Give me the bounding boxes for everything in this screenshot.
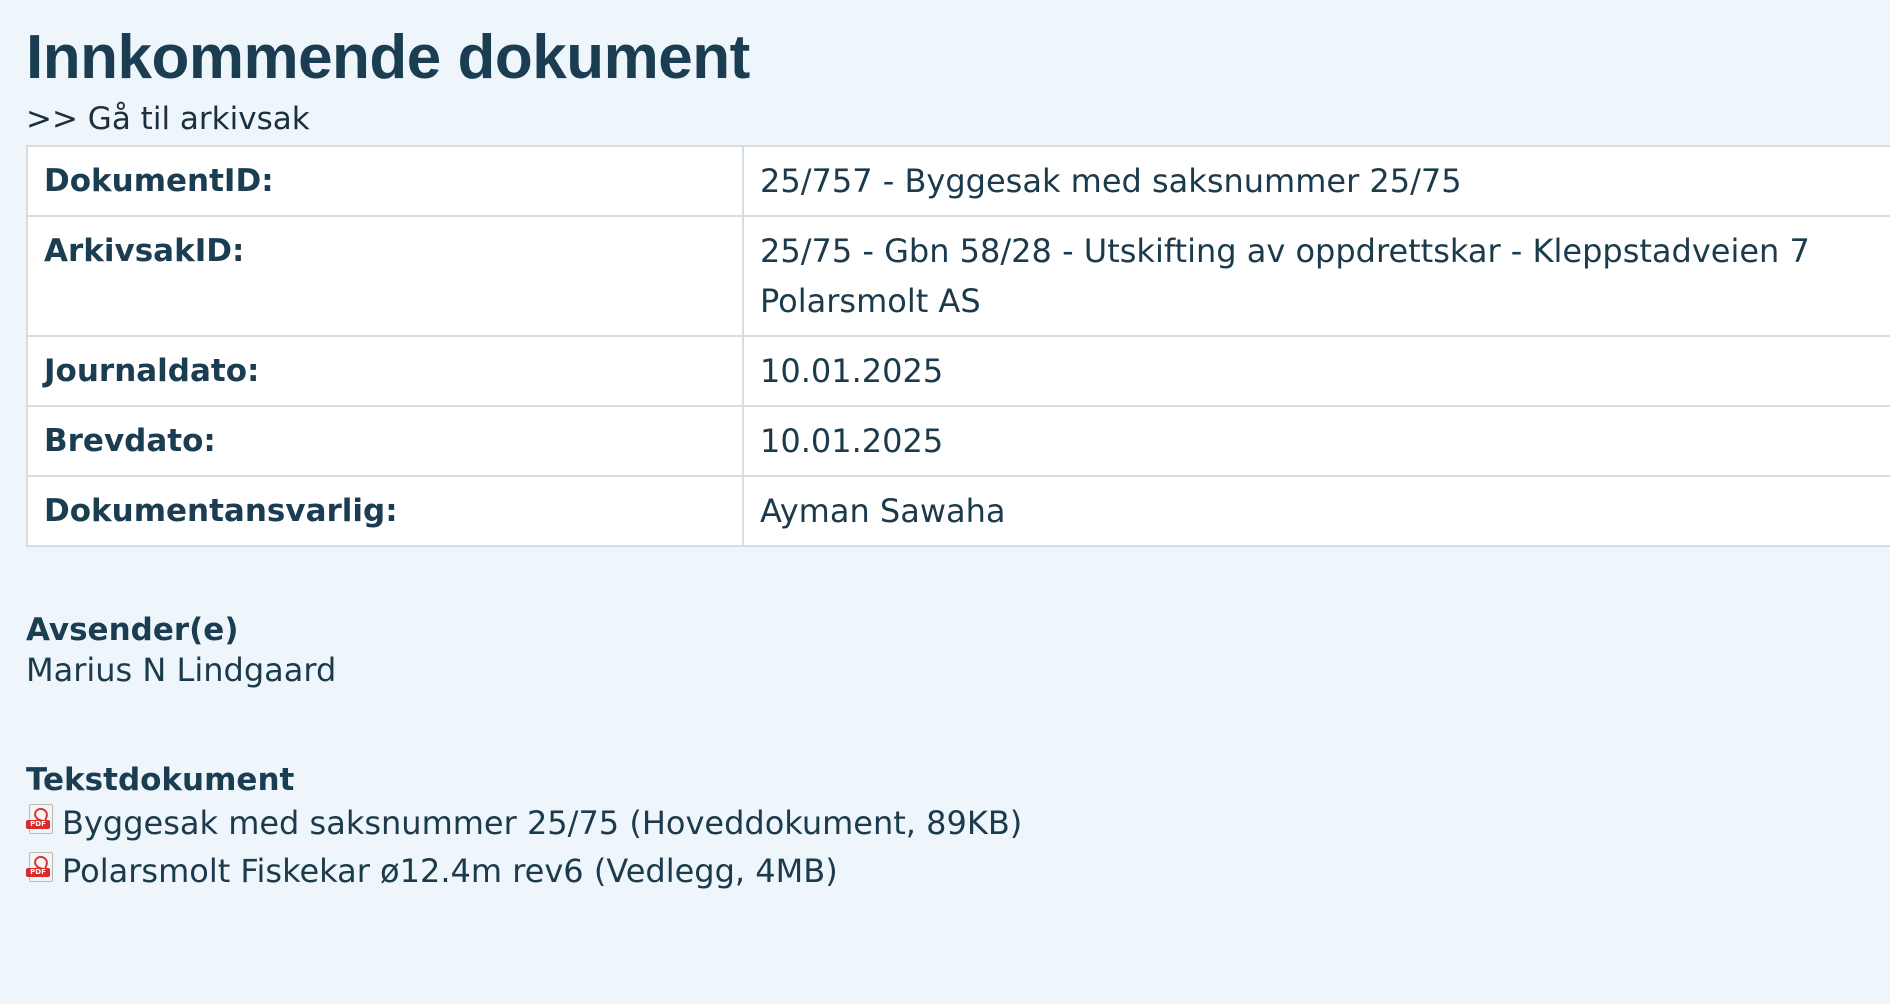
pdf-icon-label: PDF xyxy=(26,820,50,829)
detail-value-document-id: 25/757 - Byggesak med saksnummer 25/75 xyxy=(742,145,1890,217)
detail-value-responsible: Ayman Sawaha xyxy=(742,475,1890,547)
list-item: PDF Byggesak med saksnummer 25/75 (Hoved… xyxy=(26,799,1890,847)
go-to-case-link[interactable]: >> Gå til arkivsak xyxy=(26,100,1890,138)
detail-label-document-id: DokumentID: xyxy=(26,145,744,217)
table-row: DokumentID: 25/757 - Byggesak med saksnu… xyxy=(26,145,1890,217)
documents-heading: Tekstdokument xyxy=(26,762,295,798)
detail-value-letter-date: 10.01.2025 xyxy=(742,405,1890,477)
list-item: PDF Polarsmolt Fiskekar ø12.4m rev6 (Ved… xyxy=(26,847,1890,895)
detail-label-case-id: ArkivsakID: xyxy=(26,215,744,337)
table-row: Journaldato: 10.01.2025 xyxy=(26,335,1890,407)
table-row: Brevdato: 10.01.2025 xyxy=(26,405,1890,477)
sender-heading: Avsender(e) xyxy=(26,612,239,648)
detail-value-journal-date: 10.01.2025 xyxy=(742,335,1890,407)
document-link-main[interactable]: Byggesak med saksnummer 25/75 (Hoveddoku… xyxy=(62,799,1022,847)
document-details-table: DokumentID: 25/757 - Byggesak med saksnu… xyxy=(26,145,1890,547)
page: Innkommende dokument >> Gå til arkivsak … xyxy=(0,0,1890,895)
detail-label-responsible: Dokumentansvarlig: xyxy=(26,475,744,547)
pdf-file-icon[interactable]: PDF xyxy=(26,852,53,884)
table-row: Dokumentansvarlig: Ayman Sawaha xyxy=(26,475,1890,547)
documents-section: Tekstdokument PDF Byggesak med saksnumme… xyxy=(26,761,1890,895)
detail-label-journal-date: Journaldato: xyxy=(26,335,744,407)
pdf-icon-label: PDF xyxy=(26,868,50,877)
detail-value-case-id: 25/75 - Gbn 58/28 - Utskifting av oppdre… xyxy=(742,215,1890,337)
sender-name: Marius N Lindgaard xyxy=(26,651,337,689)
pdf-file-icon[interactable]: PDF xyxy=(26,804,53,836)
document-link-attachment[interactable]: Polarsmolt Fiskekar ø12.4m rev6 (Vedlegg… xyxy=(62,847,838,895)
table-row: ArkivsakID: 25/75 - Gbn 58/28 - Utskifti… xyxy=(26,215,1890,337)
page-title: Innkommende dokument xyxy=(26,23,750,92)
detail-label-letter-date: Brevdato: xyxy=(26,405,744,477)
sender-section: Avsender(e) Marius N Lindgaard xyxy=(26,611,1890,691)
